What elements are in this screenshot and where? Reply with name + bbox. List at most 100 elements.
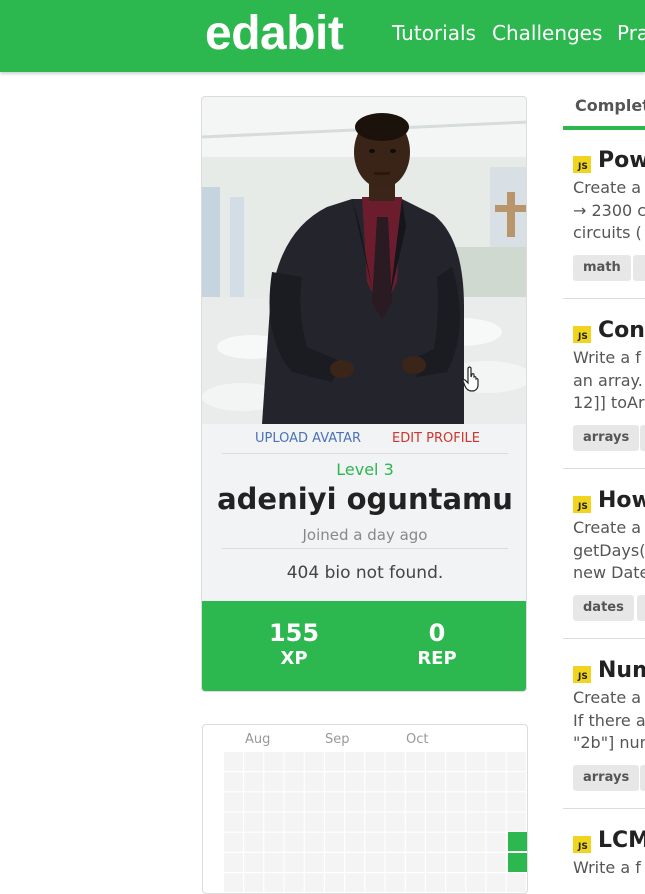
- activity-cell: [486, 853, 506, 872]
- activity-cell: [264, 832, 284, 852]
- challenge-desc-line: an array.: [573, 371, 643, 390]
- activity-cell: [506, 772, 526, 792]
- challenge-tag[interactable]: [637, 595, 645, 621]
- activity-cell: [304, 832, 324, 852]
- activity-cell: [426, 772, 445, 792]
- activity-calendar: Aug Sep Oct: [202, 724, 528, 894]
- challenge-desc-line: If there a: [573, 711, 645, 730]
- challenge-tag[interactable]: arrays: [573, 765, 640, 791]
- activity-cell: [244, 812, 264, 832]
- activity-cell: [365, 853, 385, 872]
- activity-cell: [304, 792, 324, 812]
- activity-cell: [405, 772, 425, 792]
- activity-cell: [224, 812, 243, 832]
- activity-cell: [385, 873, 405, 893]
- activity-cell: [365, 812, 385, 832]
- activity-cell: [385, 812, 405, 832]
- activity-cell: [304, 812, 324, 832]
- activity-cell: [345, 792, 365, 812]
- user-level: Level 3: [336, 460, 394, 479]
- tab-completed[interactable]: Complet: [575, 96, 645, 115]
- activity-cell: [284, 873, 304, 893]
- activity-cell: [244, 772, 264, 792]
- activity-cell: [365, 873, 385, 893]
- challenge-tag[interactable]: [640, 425, 645, 451]
- challenge-tag[interactable]: arrays: [573, 425, 640, 451]
- challenge-tag[interactable]: math: [573, 255, 631, 281]
- challenge-desc-line: Create a: [573, 688, 642, 707]
- activity-cell: [224, 873, 243, 893]
- challenge-desc-line: → 2300 c: [573, 201, 645, 220]
- activity-cell: [325, 752, 344, 771]
- activity-cell: [325, 812, 344, 832]
- activity-cell: [284, 812, 304, 832]
- activity-cell: [284, 832, 304, 852]
- activity-cell: [426, 812, 445, 832]
- avatar-actions: UPLOAD AVATAR EDIT PROFILE: [202, 429, 526, 449]
- activity-cell: [325, 873, 344, 893]
- challenge-desc-line: Write a f: [573, 858, 641, 877]
- xp-stat: 155 XP: [239, 619, 349, 671]
- activity-cell: [224, 772, 243, 792]
- challenge-tag[interactable]: [633, 255, 645, 281]
- rep-label: REP: [417, 648, 457, 669]
- nav-challenges[interactable]: Challenges: [492, 21, 602, 45]
- challenge-title[interactable]: Powe: [598, 148, 645, 173]
- activity-cell: [446, 752, 466, 771]
- divider: [563, 468, 645, 469]
- activity-cell: [486, 832, 506, 852]
- nav-tutorials[interactable]: Tutorials: [392, 21, 476, 45]
- activity-cell: [365, 832, 385, 852]
- activity-cell: [466, 752, 486, 771]
- activity-cell: [506, 752, 526, 771]
- profile-name: adeniyi oguntamu: [217, 482, 513, 516]
- activity-cell: [466, 772, 486, 792]
- rep-value: 0: [428, 619, 446, 647]
- activity-cell: [466, 873, 486, 893]
- profile-card: UPLOAD AVATAR EDIT PROFILE Level 3 adeni…: [201, 96, 527, 692]
- activity-cell: [345, 752, 365, 771]
- challenge-title[interactable]: Conv: [598, 318, 645, 343]
- edit-profile-link[interactable]: EDIT PROFILE: [392, 431, 480, 446]
- activity-cell: [446, 812, 466, 832]
- activity-cell: [466, 832, 486, 852]
- activity-cell: [426, 792, 445, 812]
- activity-cell: [284, 752, 304, 771]
- activity-cell: [446, 772, 466, 792]
- nav-practice[interactable]: Pra: [617, 21, 645, 45]
- challenge-title[interactable]: Num: [598, 658, 645, 683]
- challenge-title[interactable]: LCM: [598, 828, 645, 853]
- activity-cell: [385, 792, 405, 812]
- activity-cell: [264, 772, 284, 792]
- activity-cell: [244, 853, 264, 872]
- activity-cell: [486, 772, 506, 792]
- activity-cell: [345, 772, 365, 792]
- activity-cell: [446, 873, 466, 893]
- activity-cell: [426, 873, 445, 893]
- challenge-title[interactable]: How: [598, 488, 645, 513]
- activity-cell: [446, 792, 466, 812]
- challenge-tag[interactable]: [640, 765, 645, 791]
- activity-cell: [506, 792, 526, 812]
- activity-cell: [304, 873, 324, 893]
- activity-cell: [345, 812, 365, 832]
- upload-avatar-link[interactable]: UPLOAD AVATAR: [255, 431, 361, 446]
- activity-cell: [284, 853, 304, 872]
- activity-cell: [244, 792, 264, 812]
- challenge-desc-line: circuits (: [573, 223, 642, 242]
- divider: [563, 298, 645, 299]
- xp-label: XP: [280, 648, 308, 669]
- activity-cell: [304, 772, 324, 792]
- js-badge-icon: JS: [573, 666, 591, 683]
- activity-cell: [284, 772, 304, 792]
- activity-cell: [466, 792, 486, 812]
- js-badge-icon: JS: [573, 156, 591, 173]
- activity-cell: [365, 752, 385, 771]
- challenge-tag[interactable]: dates: [573, 595, 634, 621]
- stats-bar: 155 XP 0 REP: [202, 601, 526, 691]
- challenge-desc-line: new Date: [573, 563, 645, 582]
- xp-value: 155: [268, 619, 320, 647]
- tab-active-indicator: [563, 126, 645, 130]
- activity-cell: [506, 812, 526, 832]
- edabit-logo[interactable]: edabit: [205, 6, 344, 61]
